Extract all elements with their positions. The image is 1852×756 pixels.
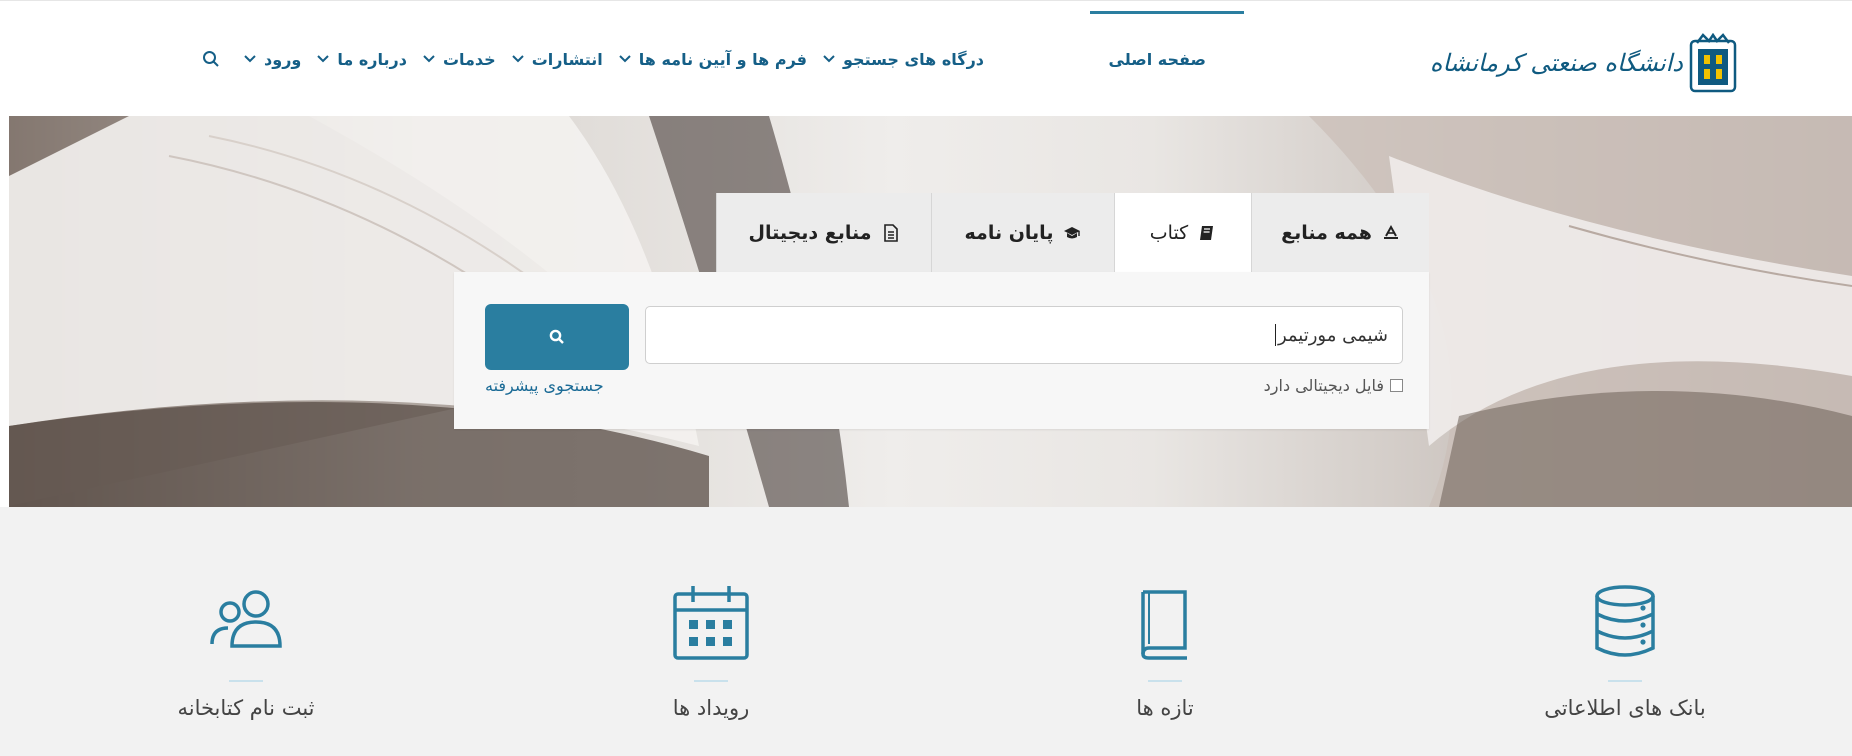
chevron-down-icon [511,55,524,63]
main-nav-home: صفحه اصلی [1101,1,1214,117]
all-resources-icon [1383,224,1398,239]
chevron-down-icon [823,55,835,63]
nav-home-label: صفحه اصلی [1108,49,1206,69]
hero-banner: همه منابع کتاب پایان نامه منابع دیجیتال … [9,116,1852,507]
nav-home[interactable]: صفحه اصلی [1101,50,1214,69]
document-icon [883,223,898,242]
nav-forms-regulations[interactable]: فرم ها و آیین نامه ها [611,50,815,69]
feature-label: بانک های اطلاعاتی [1544,696,1706,720]
feature-label: تازه ها [1136,696,1194,720]
has-digital-file-label: فایل دیجیتالی دارد [1263,376,1384,395]
tab-thesis[interactable]: پایان نامه [931,193,1114,272]
feature-library-registration[interactable]: ثبت نام کتابخانه [136,582,356,742]
nav-label: خدمات [442,49,496,69]
tab-label: همه منابع [1281,221,1372,244]
tab-digital-resources[interactable]: منابع دیجیتال [716,193,931,272]
tab-all-resources[interactable]: همه منابع [1251,193,1429,272]
nav-services[interactable]: خدمات [415,50,504,69]
nav-about[interactable]: درباره ما [309,50,415,69]
text-caret [1274,324,1276,346]
nav-search-portals[interactable]: درگاه های جستجو [815,50,992,69]
feature-separator [1148,680,1182,682]
advanced-search-link[interactable]: جستجوی پیشرفته [485,376,604,395]
nav-label: درگاه های جستجو [843,49,984,69]
graduation-cap-icon [1064,226,1081,238]
feature-databases[interactable]: بانک های اطلاعاتی [1515,582,1735,742]
header-search-button[interactable] [200,48,222,70]
main-nav: درگاه های جستجو فرم ها و آیین نامه ها ان… [200,1,992,117]
book-icon [1141,590,1187,660]
tab-label: منابع دیجیتال [748,221,872,244]
site-header: دانشگاه صنعتی کرمانشاه صفحه اصلی درگاه ه… [0,0,1852,116]
search-input[interactable]: شیمی مورتیمر [645,306,1403,364]
users-icon [210,590,282,648]
nav-publications[interactable]: انتشارات [504,50,611,69]
tab-book[interactable]: کتاب [1114,193,1251,272]
chevron-down-icon [317,55,330,63]
feature-label: رویداد ها [672,696,750,720]
search-panel: شیمی مورتیمر جستجوی پیشرفته فایل دیجیتال… [454,272,1429,429]
nav-label: انتشارات [531,49,603,69]
nav-label: ورود [264,49,302,69]
book-icon [1200,225,1214,240]
chevron-down-icon [244,55,256,63]
feature-events[interactable]: رویداد ها [601,582,821,742]
search-type-tabs: همه منابع کتاب پایان نامه منابع دیجیتال [716,193,1429,272]
nav-login[interactable]: ورود [236,50,309,69]
university-name: دانشگاه صنعتی کرمانشاه [1429,49,1683,77]
feature-new-arrivals[interactable]: تازه ها [1055,582,1275,742]
search-button[interactable] [485,304,629,370]
university-emblem-icon [1689,33,1737,93]
chevron-down-icon [423,55,435,63]
feature-separator [229,680,263,682]
feature-separator [1608,680,1642,682]
tab-label: کتاب [1149,221,1189,244]
search-query-text: شیمی مورتیمر [1277,324,1388,346]
database-icon [1595,585,1655,657]
feature-separator [694,680,728,682]
tab-label: پایان نامه [964,221,1054,244]
nav-label: درباره ما [337,49,407,69]
has-digital-file-filter: فایل دیجیتالی دارد [1264,376,1403,395]
chevron-down-icon [619,55,631,63]
has-digital-file-checkbox[interactable] [1390,379,1403,392]
search-icon [203,51,219,67]
search-icon [549,329,564,344]
feature-label: ثبت نام کتابخانه [177,696,315,720]
feature-shortcuts: بانک های اطلاعاتی تازه ها رویداد ها ثبت … [0,507,1852,756]
university-logo[interactable]: دانشگاه صنعتی کرمانشاه [1430,23,1737,103]
nav-label: فرم ها و آیین نامه ها [638,49,807,69]
calendar-icon [673,586,749,660]
